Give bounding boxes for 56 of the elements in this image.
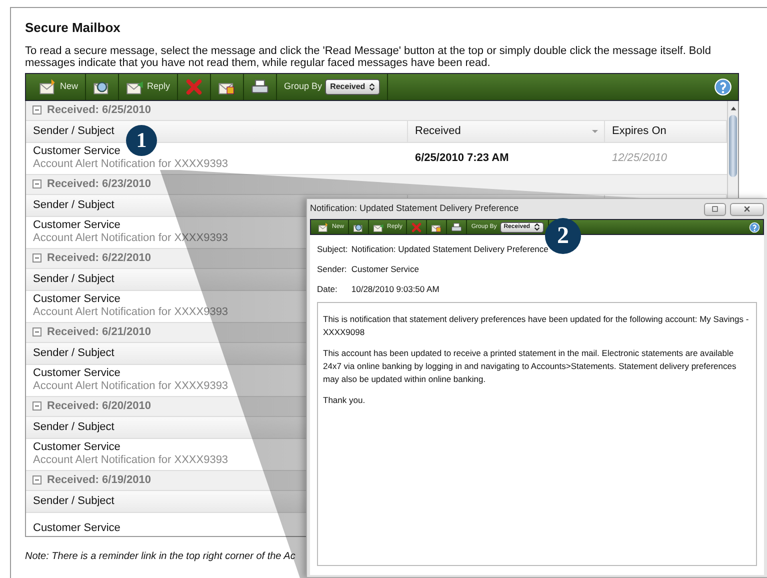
new-message-icon [318,222,329,232]
expiry-date: 12/25/2010 [612,152,668,165]
stepper-icon [369,82,376,91]
delete-icon [185,78,204,96]
delete-icon [411,222,422,232]
group-label: Received: 6/23/2010 [47,176,151,192]
toolbar-button[interactable] [451,222,462,232]
group-label: Received: 6/22/2010 [47,250,151,266]
sender-name: Customer Service [33,145,120,158]
restore-icon [711,205,719,213]
help-button[interactable] [749,222,760,232]
instructions-text: To read a secure message, select the message and click the 'Read Message' button at the top or simply double click the message itself. Bold messages indicate that you have not read them, while regular faced messages have been read. [25,44,712,69]
field-label: Date: [317,282,338,296]
stepper-icon [534,223,540,231]
field-value: Customer Service [351,264,419,274]
group-by-label: Group By [284,80,322,93]
group-label: Received: 6/21/2010 [47,324,151,340]
column-header[interactable]: Received [408,120,605,142]
help-icon [749,222,760,232]
group-header[interactable]: Received: 6/25/2010 [26,100,727,121]
help-icon [714,78,732,96]
message-paragraph: This is notification that statement delivery preferences have been updated for the following account: My Savings - XXXX9098 [323,313,750,340]
window-title: Notification: Updated Statement Delivery Preference [310,202,519,216]
sort-icon [592,130,598,133]
group-label: Received: 6/25/2010 [47,102,151,118]
scrollbar-thumb[interactable] [729,114,737,177]
message-subject: Account Alert Notification for XXXX9393 [33,454,228,468]
close-icon [743,205,751,213]
message-subject: Account Alert Notification for XXXX9393 [33,158,228,172]
reply-button[interactable]: Reply [126,78,170,96]
field-label: Subject: [317,243,349,256]
group-label: Received: 6/20/2010 [47,398,151,414]
print-icon [251,78,270,96]
sender-name: Customer Service [33,293,120,306]
sender-name: Customer Service [33,367,120,380]
group-label: Received: 6/19/2010 [47,472,151,488]
message-paragraph: Thank you. [323,394,366,408]
scroll-up-icon [730,105,737,112]
help-button[interactable] [714,78,732,96]
field-label: Sender: [317,262,348,276]
close-button[interactable] [730,202,764,216]
field-value: 10/28/2010 9:03:50 AM [351,284,440,294]
note-text: Note: There is a reminder link in the top right corner of the Ac [25,550,296,564]
new-message-icon [39,78,57,96]
sender-name: Customer Service [33,219,120,232]
received-date: 6/25/2010 7:23 AM [415,152,509,165]
sender-name: Customer Service [33,441,120,454]
toolbar-button[interactable] [251,78,270,96]
page-title: Secure Mailbox [25,20,122,36]
reply-icon [373,222,384,232]
restore-button[interactable] [704,202,726,216]
new-button[interactable]: New [39,78,78,96]
sender-name: Customer Service [33,522,120,535]
message-subject: Account Alert Notification for XXXX9393 [33,380,228,394]
print-icon [451,222,462,232]
group-by-select[interactable]: Received [325,78,380,95]
